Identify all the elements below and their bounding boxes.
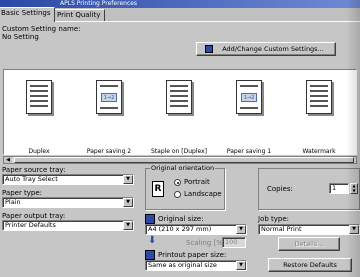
tab-basic-settings[interactable]: Basic Settings xyxy=(0,7,56,22)
job-type-label: Job type: xyxy=(258,215,290,223)
details-button[interactable]: Details... xyxy=(278,237,340,251)
layout-tile-staple-duplex[interactable]: Staple on [Duplex] xyxy=(144,76,214,155)
chevron-down-icon[interactable]: ▼ xyxy=(236,261,246,270)
copies-input[interactable]: 1 xyxy=(329,183,349,194)
layout-tile-paper-saving-1[interactable]: 1→2 Paper saving 1 xyxy=(214,76,284,155)
staple-page-icon xyxy=(166,80,192,114)
landscape-label: Landscape xyxy=(184,190,222,198)
paper-type-label: Paper type: xyxy=(2,189,43,197)
original-size-icon xyxy=(145,214,155,224)
paper-type-value: Plain xyxy=(5,198,21,206)
job-type-select[interactable]: Normal Print ▼ xyxy=(258,224,360,235)
layout-tile-caption: Watermark xyxy=(302,148,336,155)
orientation-group: Original orientation R Portrait Landscap… xyxy=(145,164,225,210)
two-up-page-icon: 1→2 xyxy=(96,80,122,114)
layout-tile-paper-saving-2[interactable]: 1→2 Paper saving 2 xyxy=(74,76,144,155)
portrait-label: Portrait xyxy=(184,178,210,186)
orientation-label: Original orientation xyxy=(150,164,216,172)
original-size-select[interactable]: A4 (210 x 297 mm) ▼ xyxy=(145,224,247,235)
save-settings-icon xyxy=(205,45,213,53)
layout-tile-caption: Paper saving 2 xyxy=(86,148,132,155)
copies-value: 1 xyxy=(332,184,337,192)
scaling-value: 100 xyxy=(225,238,238,246)
chevron-down-icon[interactable]: ▼ xyxy=(349,225,359,234)
paper-output-label: Paper output tray: xyxy=(2,212,66,220)
copies-group: Copies: 1 ▲ ▼ xyxy=(258,168,360,210)
layout-tile-caption: Staple on [Duplex] xyxy=(150,148,207,155)
scroll-left-arrow-icon[interactable]: ◀ xyxy=(4,157,12,163)
paper-output-value: Printer Defaults xyxy=(5,221,56,229)
paper-output-select[interactable]: Printer Defaults ▼ xyxy=(2,220,134,231)
settings-panel: Custom Setting name: No Setting Add/Chan… xyxy=(0,21,360,277)
chevron-down-icon[interactable]: ▼ xyxy=(123,175,133,184)
printout-size-value: Same as original size xyxy=(148,261,217,269)
paper-type-select[interactable]: Plain ▼ xyxy=(2,197,134,208)
scrollbar-thumb[interactable] xyxy=(14,157,354,163)
job-type-value: Normal Print xyxy=(261,225,302,233)
landscape-radio[interactable] xyxy=(174,191,181,198)
layout-tile-caption: Paper saving 1 xyxy=(226,148,272,155)
paper-source-value: Auto Tray Select xyxy=(5,175,58,183)
layout-tile-caption: Duplex xyxy=(28,148,50,155)
original-size-label: Original size: xyxy=(158,215,204,223)
chevron-down-icon[interactable]: ▼ xyxy=(123,198,133,207)
add-change-custom-settings-button[interactable]: Add/Change Custom Settings... xyxy=(196,42,336,56)
orientation-preview-icon: R xyxy=(152,181,164,197)
arrow-down-icon: ⬇ xyxy=(148,235,157,246)
printout-size-label: Printout paper size: xyxy=(158,251,227,259)
layout-preset-strip: Duplex 1→2 Paper saving 2 Staple on [Dup… xyxy=(3,69,357,155)
printout-size-icon xyxy=(145,250,155,260)
custom-setting-label: Custom Setting name: xyxy=(2,25,81,33)
layout-tile-watermark[interactable]: Watermark xyxy=(284,76,354,155)
paper-source-select[interactable]: Auto Tray Select ▼ xyxy=(2,174,134,185)
layout-tile-duplex[interactable]: Duplex xyxy=(4,76,74,155)
layout-strip-scrollbar[interactable]: ◀ xyxy=(3,156,357,164)
two-up-page-icon: 1→2 xyxy=(236,80,262,114)
paper-source-label: Paper source tray: xyxy=(2,166,66,174)
portrait-radio[interactable] xyxy=(174,179,181,186)
custom-setting-value: No Setting xyxy=(2,33,39,41)
scaling-input[interactable]: 100 xyxy=(222,237,246,248)
copies-stepper[interactable]: ▲ ▼ xyxy=(350,183,358,194)
add-change-custom-settings-label: Add/Change Custom Settings... xyxy=(222,45,324,53)
duplex-page-icon xyxy=(26,80,52,114)
watermark-page-icon xyxy=(306,80,332,114)
copies-label: Copies: xyxy=(267,185,293,193)
tab-print-quality[interactable]: Print Quality xyxy=(52,9,106,21)
printout-size-select[interactable]: Same as original size ▼ xyxy=(145,260,247,271)
original-size-value: A4 (210 x 297 mm) xyxy=(148,225,212,233)
chevron-down-icon[interactable]: ▼ xyxy=(236,225,246,234)
restore-defaults-button[interactable]: Restore Defaults xyxy=(268,258,352,272)
chevron-down-icon[interactable]: ▼ xyxy=(123,221,133,230)
